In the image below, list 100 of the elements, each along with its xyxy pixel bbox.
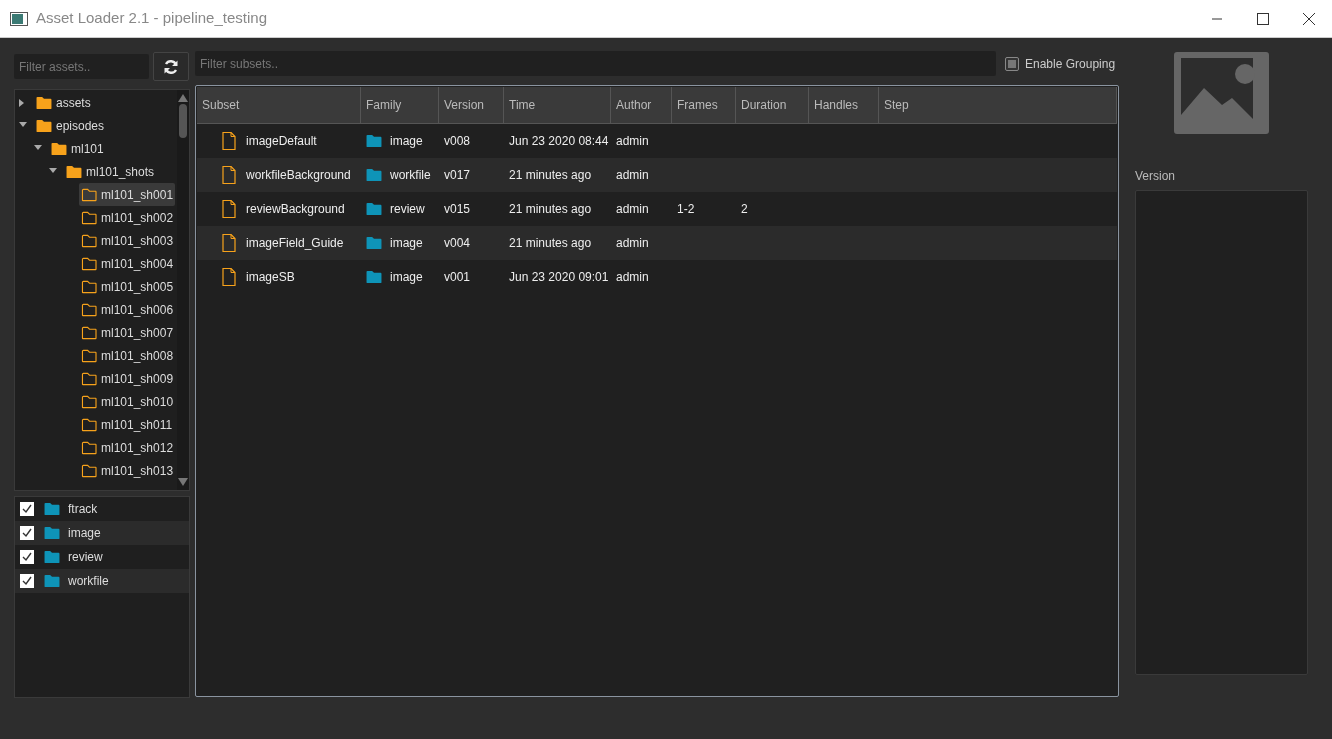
folder-icon	[81, 440, 97, 455]
table-cell-text: workfileBackground	[246, 167, 351, 184]
maximize-icon	[1257, 12, 1269, 25]
checkbox[interactable]	[20, 574, 34, 588]
enable-grouping-label: Enable Grouping	[1025, 55, 1116, 73]
tree-item[interactable]: ml101_sh008	[79, 344, 176, 367]
folder-icon	[44, 502, 60, 516]
file-icon	[222, 166, 236, 184]
folder-icon	[81, 371, 97, 386]
file-icon	[222, 234, 236, 252]
version-label: Version	[1135, 168, 1177, 185]
checkbox[interactable]	[20, 550, 34, 564]
tree-item[interactable]: ml101_sh011	[79, 413, 175, 436]
tree-item[interactable]: episodes	[34, 114, 107, 137]
table-cell-text: admin	[616, 235, 649, 252]
filter-assets-field[interactable]: Filter assets..	[14, 54, 149, 79]
file-icon	[222, 132, 236, 150]
table-cell-text: review	[390, 201, 425, 218]
folder-icon	[44, 526, 60, 540]
window-title: Asset Loader 2.1 - pipeline_testing	[36, 8, 267, 29]
table-cell-text: v004	[444, 235, 471, 252]
tree-item[interactable]: ml101_sh004	[79, 252, 176, 275]
table-cell-text: 21 minutes ago	[509, 167, 592, 184]
table-cell-text: admin	[616, 201, 649, 218]
file-icon	[222, 200, 236, 218]
table-cell-text: image	[390, 269, 423, 286]
folder-icon	[81, 187, 97, 202]
scroll-thumb[interactable]	[179, 104, 187, 138]
table-cell-text: imageSB	[246, 269, 295, 286]
scrollbar[interactable]	[177, 90, 189, 490]
table-cell-text: admin	[616, 133, 649, 150]
checkbox[interactable]	[1005, 56, 1019, 71]
folder-icon	[81, 302, 97, 317]
table-row[interactable]: imageField_Guide image v004 21 minutes ago admin	[197, 226, 1117, 260]
folder-icon	[366, 202, 382, 216]
tree-item[interactable]: ml101_sh003	[79, 229, 176, 252]
folder-icon	[366, 270, 382, 284]
folder-icon	[44, 550, 60, 564]
folder-icon	[81, 394, 97, 409]
table-cell-text: v008	[444, 133, 471, 150]
folder-icon	[366, 168, 382, 182]
tree-item[interactable]: ml101_sh005	[79, 275, 176, 298]
refresh-button[interactable]	[153, 52, 189, 81]
folder-icon	[81, 417, 97, 432]
folder-icon	[81, 325, 97, 340]
family-label: workfile	[68, 573, 109, 590]
folder-icon	[81, 210, 97, 225]
table-cell-text: Jun 23 2020 08:44	[509, 133, 609, 150]
folder-icon	[366, 134, 382, 148]
table-cell-text: workfile	[390, 167, 431, 184]
image-placeholder-icon	[1174, 52, 1269, 134]
table-cell-text: image	[390, 133, 423, 150]
table-cell-text: v017	[444, 167, 471, 184]
table-cell-text: admin	[616, 167, 649, 184]
scroll-down-icon[interactable]	[178, 478, 188, 486]
tree-item[interactable]: assets	[34, 91, 93, 114]
table-cell-text: v001	[444, 269, 471, 286]
table-cell-text: 21 minutes ago	[509, 235, 592, 252]
tree-item[interactable]: ml101_sh013	[79, 459, 176, 482]
scroll-up-icon[interactable]	[178, 94, 188, 102]
tree-item[interactable]: ml101_sh007	[79, 321, 176, 344]
tree-item[interactable]: ml101_sh010	[79, 390, 176, 413]
family-label: review	[68, 549, 103, 566]
tree-item[interactable]: ml101_sh012	[79, 436, 176, 459]
checkbox[interactable]	[20, 526, 34, 540]
tree-item[interactable]: ml101	[49, 137, 106, 160]
folder-icon	[366, 236, 382, 250]
table-row[interactable]: workfileBackground workfile v017 21 minutes ago admin	[197, 158, 1117, 192]
family-label: image	[68, 525, 101, 542]
app-icon	[10, 11, 28, 26]
filter-subsets-field[interactable]: Filter subsets..	[195, 51, 996, 76]
tree-item[interactable]: ml101_sh006	[79, 298, 176, 321]
folder-icon	[81, 348, 97, 363]
folder-icon	[81, 463, 97, 478]
close-icon	[1303, 12, 1315, 25]
table-cell-text: image	[390, 235, 423, 252]
family-label: ftrack	[68, 501, 98, 518]
table-cell-text: 2	[741, 201, 748, 218]
table-cell-text: admin	[616, 269, 649, 286]
table-cell-text: imageField_Guide	[246, 235, 344, 252]
folder-icon	[66, 164, 82, 179]
folder-icon	[81, 256, 97, 271]
folder-icon	[44, 574, 60, 588]
folder-icon	[36, 95, 52, 110]
folder-icon	[81, 279, 97, 294]
checkbox[interactable]	[20, 502, 34, 516]
table-cell-text: imageDefault	[246, 133, 317, 150]
table-cell-text: Jun 23 2020 09:01	[509, 269, 609, 286]
table-cell-text: 1-2	[677, 201, 695, 218]
tree-item[interactable]: ml101_shots	[64, 160, 157, 183]
folder-icon	[36, 118, 52, 133]
tree-item[interactable]: ml101_sh002	[79, 206, 176, 229]
folder-icon	[81, 233, 97, 248]
file-icon	[222, 268, 236, 286]
tree-item[interactable]: ml101_sh001	[79, 183, 176, 206]
table-cell-text: reviewBackground	[246, 201, 345, 218]
tree-item[interactable]: ml101_sh009	[79, 367, 176, 390]
refresh-icon	[163, 58, 179, 75]
folder-icon	[51, 141, 67, 156]
table-cell-text: v015	[444, 201, 471, 218]
